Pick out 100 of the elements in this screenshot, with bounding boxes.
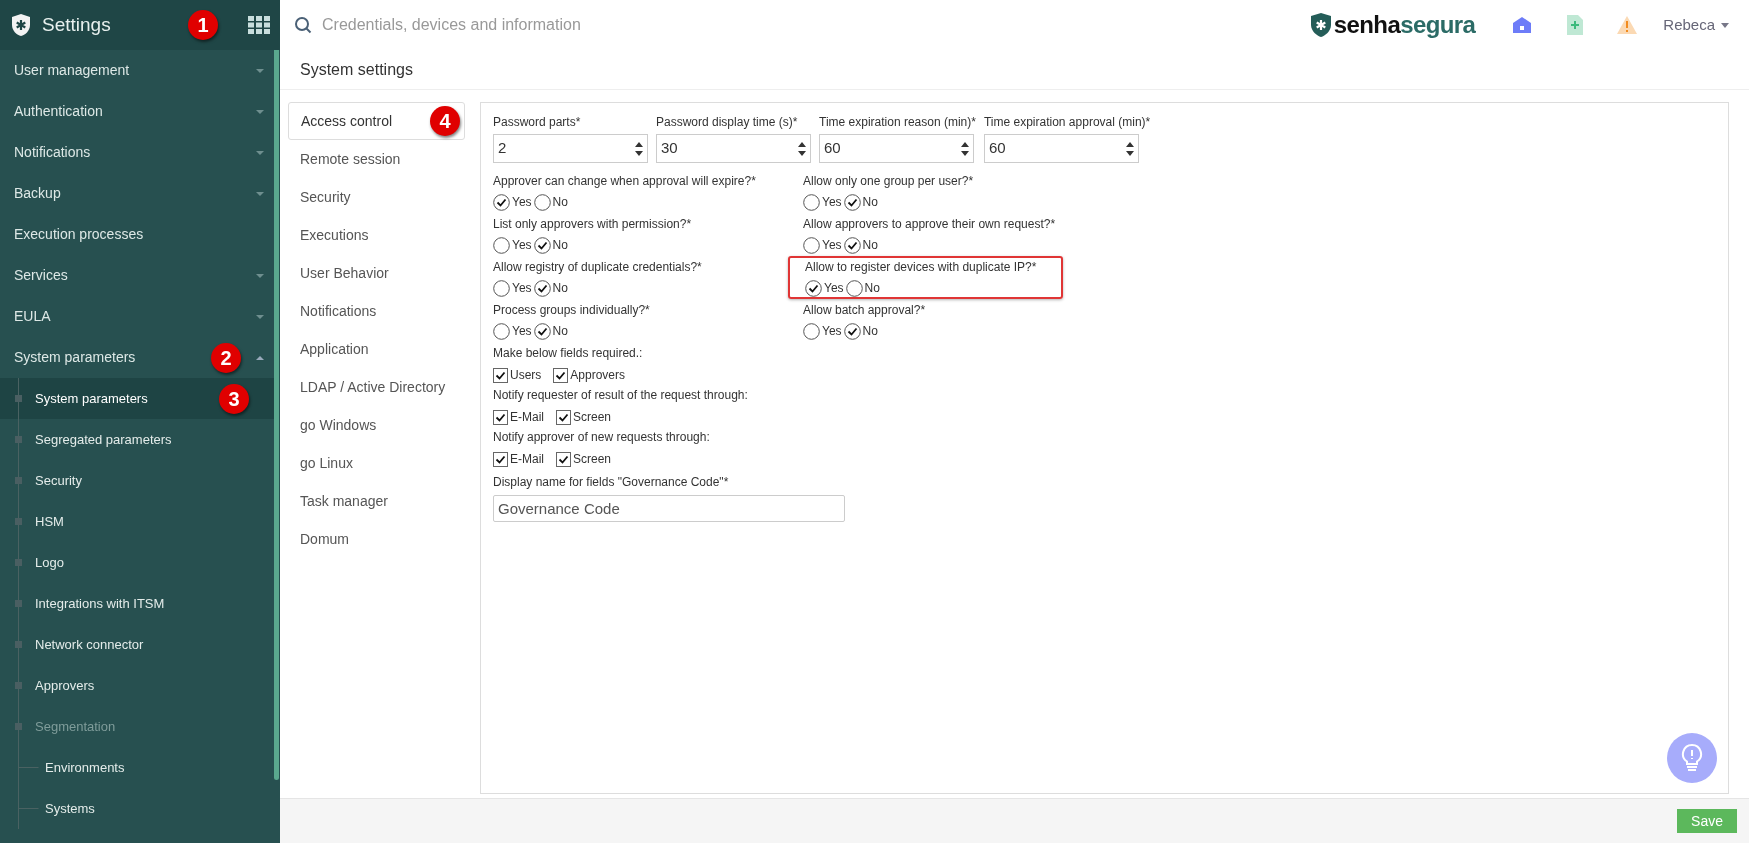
checkbox-checked-icon[interactable] [493, 451, 508, 467]
sidebar-subitem[interactable]: Logo [0, 542, 274, 583]
field-label: Allow approvers to approve their own request?* [803, 216, 1057, 233]
sidebar-subitem[interactable]: Integrations with ITSM [0, 583, 274, 624]
field-label: Display name for fields "Governance Code"* [493, 474, 730, 491]
sidebar-item[interactable]: User management [0, 50, 274, 91]
option-label: No [862, 237, 878, 254]
number-field[interactable]: 2 [493, 134, 648, 163]
option-label: No [552, 323, 568, 340]
caret-icon [1721, 22, 1729, 28]
radio-checked-icon[interactable] [843, 322, 861, 340]
search-field[interactable]: Credentials, devices and information [322, 13, 822, 37]
caret-icon [256, 273, 264, 278]
search-icon [294, 16, 312, 34]
apps-grid-icon[interactable] [248, 16, 270, 34]
shield-logo-icon [1309, 12, 1332, 38]
checkbox-checked-icon[interactable] [493, 409, 508, 425]
radio-icon[interactable] [493, 322, 510, 340]
radio-icon[interactable] [493, 279, 510, 297]
settings-tab[interactable]: Security [288, 178, 465, 216]
radio-icon[interactable] [803, 193, 820, 211]
sidebar-item[interactable]: Services [0, 255, 274, 296]
radio-icon[interactable] [493, 236, 510, 254]
option-label: Yes [822, 237, 842, 254]
settings-tab[interactable]: Notifications [288, 292, 465, 330]
scrollbar[interactable] [274, 50, 279, 780]
sidebar-item[interactable]: Notifications [0, 132, 274, 173]
sidebar-item[interactable]: EULA [0, 296, 274, 337]
sidebar-subitem[interactable]: Security [0, 460, 274, 501]
sidebar-subitem[interactable]: Approvers [0, 665, 274, 706]
field-label: Process groups individually?* [493, 302, 651, 319]
app-title: Settings [42, 12, 111, 37]
option-label: Users [510, 367, 542, 384]
sidebar-item[interactable]: System parameters 2 [0, 337, 274, 378]
annotation-badge: 3 [219, 383, 249, 414]
radio-checked-icon[interactable] [533, 322, 551, 340]
caret-icon [256, 150, 264, 155]
text-field[interactable]: Governance Code [493, 495, 845, 522]
settings-tab[interactable]: Task manager [288, 482, 465, 520]
sidebar-item[interactable]: Authentication [0, 91, 274, 132]
sidebar-subitem[interactable]: HSM [0, 501, 274, 542]
checkbox-checked-icon[interactable] [556, 451, 571, 467]
field-label: Make below fields required.: [493, 345, 644, 362]
option-label: Yes [824, 280, 844, 297]
brand-logo-text: senhasegura [1333, 10, 1476, 40]
lightbulb-icon [1681, 743, 1703, 773]
settings-tab[interactable]: go Windows [288, 406, 465, 444]
annotation-badge: 4 [430, 106, 460, 136]
settings-tab[interactable]: User Behavior [288, 254, 465, 292]
number-field[interactable]: 30 [656, 134, 811, 163]
settings-tab[interactable]: Access control 4 [288, 102, 465, 140]
option-label: Screen [573, 451, 612, 468]
option-label: Approvers [570, 367, 626, 384]
field-label: Allow only one group per user?* [803, 173, 975, 190]
option-label: E-Mail [510, 409, 544, 426]
sidebar-item[interactable]: Backup [0, 173, 274, 214]
home-icon[interactable] [1513, 17, 1532, 33]
radio-checked-icon[interactable] [533, 236, 551, 254]
shield-logo-icon [10, 13, 32, 37]
checkbox-checked-icon[interactable] [556, 409, 571, 425]
option-label: Yes [822, 323, 842, 340]
user-menu[interactable]: Rebeca [1663, 13, 1729, 37]
option-label: No [862, 323, 878, 340]
radio-checked-icon[interactable] [493, 193, 510, 211]
option-label: No [862, 194, 878, 211]
option-label: Yes [512, 323, 532, 340]
sidebar-item[interactable]: Execution processes [0, 214, 274, 255]
radio-checked-icon[interactable] [843, 193, 861, 211]
sidebar-subitem[interactable]: System parameters 3 [0, 378, 274, 419]
spinner-icon[interactable] [635, 140, 643, 157]
radio-icon[interactable] [803, 322, 820, 340]
field-label: Password parts* [493, 114, 582, 131]
radio-icon[interactable] [533, 193, 551, 211]
radio-icon[interactable] [845, 279, 863, 297]
settings-tab[interactable]: Application [288, 330, 465, 368]
spinner-icon[interactable] [1125, 140, 1134, 157]
settings-tab[interactable]: Executions [288, 216, 465, 254]
option-label: No [864, 280, 880, 297]
caret-icon [256, 191, 264, 196]
radio-checked-icon[interactable] [843, 236, 861, 254]
spinner-icon[interactable] [961, 140, 969, 157]
radio-checked-icon[interactable] [533, 279, 551, 297]
checkbox-checked-icon[interactable] [553, 367, 569, 383]
radio-icon[interactable] [803, 236, 820, 254]
caret-icon [256, 109, 264, 114]
sidebar-subitem[interactable]: Segregated parameters [0, 419, 274, 460]
settings-tab[interactable]: Domum [288, 520, 465, 558]
spinner-icon[interactable] [798, 140, 806, 157]
radio-checked-icon[interactable] [805, 279, 822, 297]
field-label: Allow registry of duplicate credentials?* [493, 259, 703, 276]
checkbox-checked-icon[interactable] [493, 367, 508, 383]
number-field[interactable]: 60 [819, 134, 974, 163]
sidebar-subitem[interactable]: Network connector [0, 624, 274, 665]
option-label: Yes [512, 194, 532, 211]
option-label: No [552, 280, 568, 297]
settings-tab[interactable]: Remote session [288, 140, 465, 178]
number-field[interactable]: 60 [983, 134, 1139, 163]
field-label: Allow batch approval?* [803, 302, 927, 319]
settings-tab[interactable]: LDAP / Active Directory [288, 368, 465, 406]
settings-tab[interactable]: go Linux [288, 444, 465, 482]
